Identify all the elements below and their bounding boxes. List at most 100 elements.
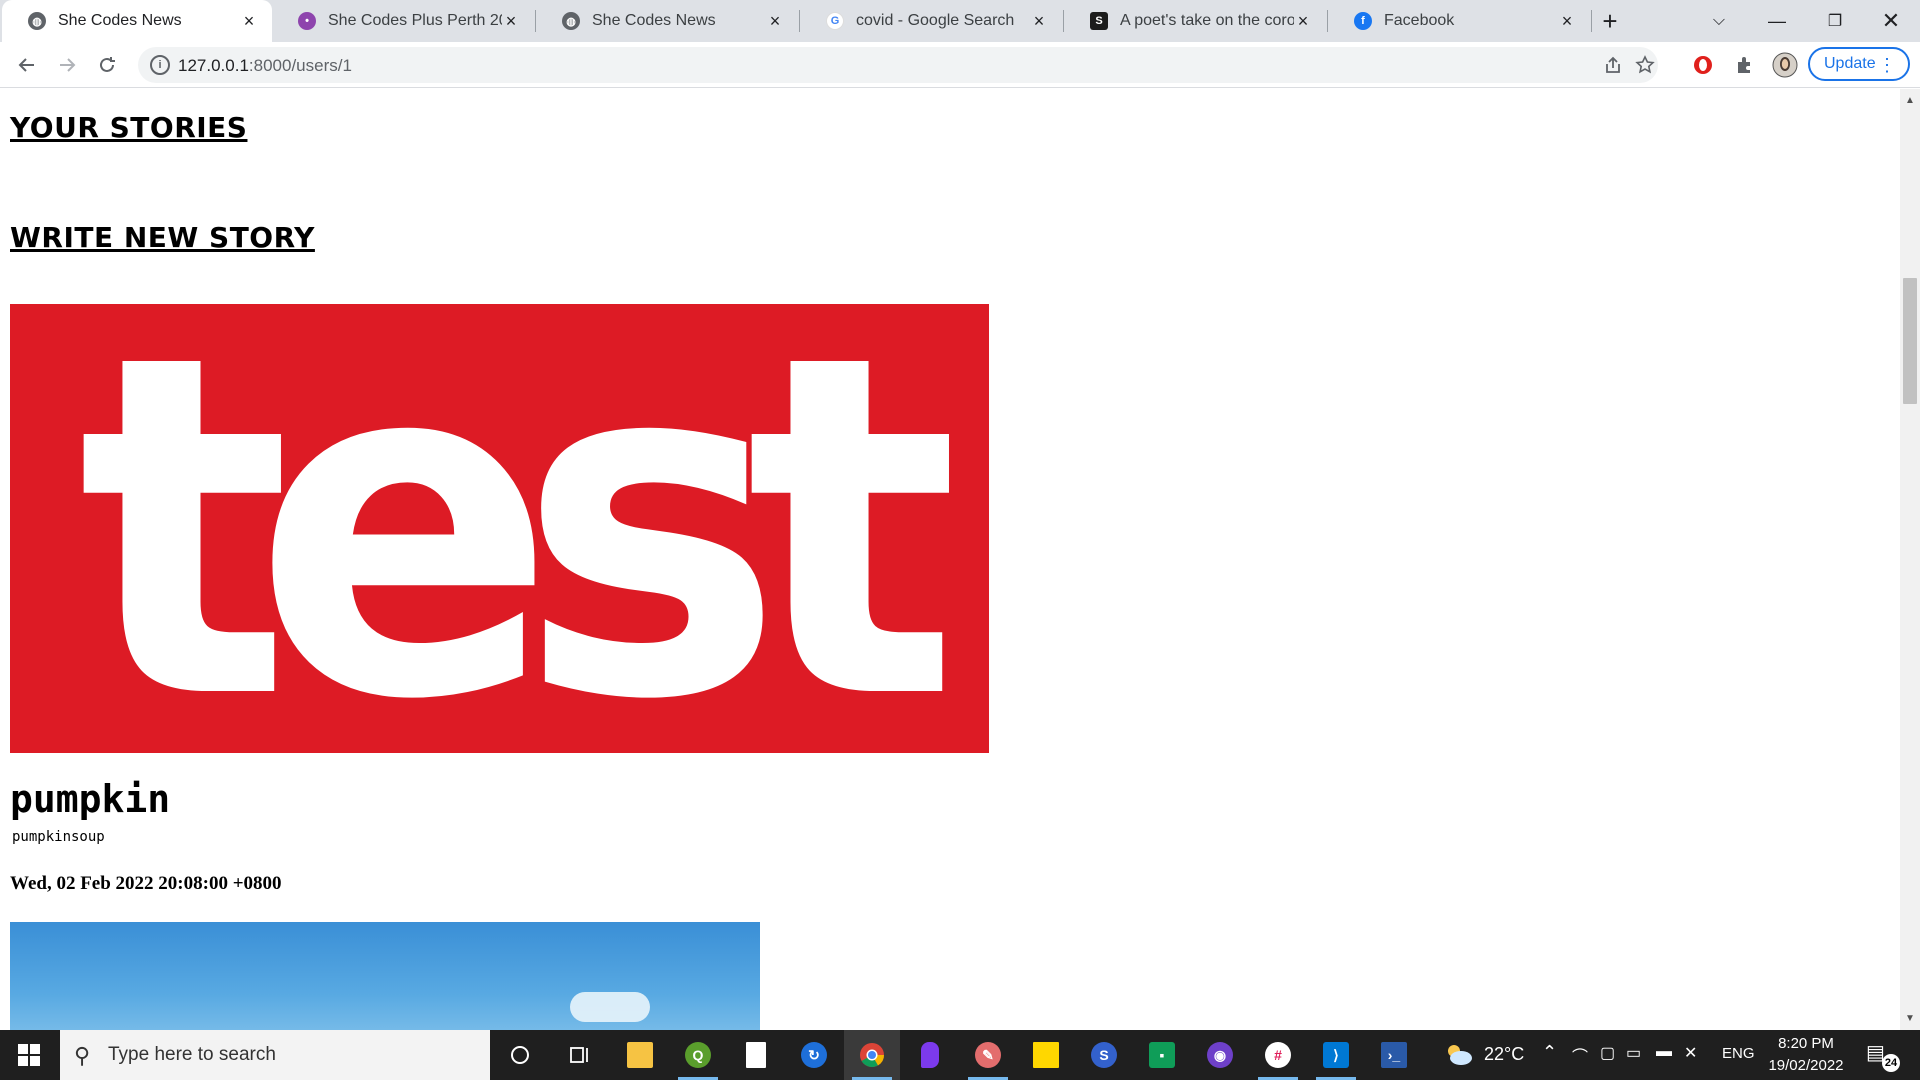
close-icon[interactable]: × [1294, 11, 1312, 32]
close-icon[interactable]: × [1558, 11, 1576, 32]
weather-temp[interactable]: 22°C [1484, 1044, 1524, 1065]
write-new-story-link[interactable]: WRITE NEW STORY [10, 221, 315, 254]
chat-icon: ▪ [1149, 1042, 1175, 1068]
update-button[interactable]: Update ⋮ [1808, 47, 1910, 81]
share-icon[interactable] [1598, 50, 1628, 80]
page-viewport: YOUR STORIES WRITE NEW STORY test pumpki… [0, 89, 1900, 1030]
hero-image-text: test [77, 304, 959, 753]
address-bar[interactable]: i 127.0.0.1:8000/users/1 [138, 47, 1658, 83]
chrome-icon [860, 1043, 884, 1068]
tab-google-search[interactable]: G covid - Google Search × [800, 0, 1062, 42]
tab-search-chevron-icon[interactable]: ⌵ [1690, 0, 1748, 42]
extensions-puzzle-icon[interactable] [1730, 50, 1760, 80]
scroll-thumb[interactable] [1903, 278, 1917, 404]
powershell-icon: ›_ [1381, 1042, 1407, 1068]
story-title: pumpkin [10, 777, 171, 821]
tab-strip: ◍ She Codes News × • She Codes Plus Pert… [0, 0, 1920, 42]
weather-cloud-icon[interactable] [1444, 1042, 1474, 1068]
clock-date: 19/02/2022 [1768, 1057, 1844, 1074]
vscode-app[interactable]: ⟩ [1308, 1030, 1364, 1080]
substack-icon: S [1090, 12, 1108, 30]
start-button[interactable] [0, 1030, 58, 1080]
task-view-button[interactable] [552, 1030, 608, 1080]
sticky-note-icon [1033, 1042, 1059, 1068]
file-explorer-app[interactable] [612, 1030, 668, 1080]
story-date: Wed, 02 Feb 2022 20:08:00 +0800 [10, 873, 282, 894]
back-button[interactable] [12, 50, 42, 80]
taskbar-search[interactable]: ⚲ Type here to search [60, 1030, 490, 1080]
system-clock[interactable]: 8:20 PM 19/02/2022 [1756, 1033, 1856, 1077]
close-icon[interactable]: × [240, 11, 258, 32]
github-desktop-app[interactable]: ◉ [1192, 1030, 1248, 1080]
document-icon [746, 1042, 766, 1068]
window-close-button[interactable]: ✕ [1862, 0, 1920, 42]
simplenote-app[interactable]: S [1076, 1030, 1132, 1080]
minimize-button[interactable]: — [1748, 0, 1806, 42]
forward-button[interactable] [52, 50, 82, 80]
your-stories-link[interactable]: YOUR STORIES [10, 111, 247, 144]
meet-now-icon[interactable]: ▢ [1600, 1043, 1615, 1063]
reload-button[interactable] [92, 50, 122, 80]
story-image [10, 922, 760, 1030]
back-arrow-icon [18, 58, 34, 72]
close-icon[interactable]: × [502, 11, 520, 32]
notification-count: 24 [1882, 1054, 1900, 1072]
close-icon[interactable]: × [1030, 11, 1048, 32]
profile-avatar[interactable] [1770, 50, 1800, 80]
task-view-icon [570, 1047, 588, 1063]
language-indicator[interactable]: ENG [1722, 1045, 1755, 1062]
globe-icon: ◍ [562, 12, 580, 30]
display-icon[interactable]: ▭ [1626, 1043, 1641, 1063]
folder-icon [627, 1042, 653, 1068]
page-scrollbar[interactable]: ▲ ▼ [1900, 89, 1920, 1030]
new-tab-button[interactable]: + [1582, 0, 1638, 42]
google-chat-app[interactable]: ▪ [1134, 1030, 1190, 1080]
tab-title: A poet's take on the corona [1120, 12, 1294, 29]
story-author: pumpkinsoup [12, 829, 105, 845]
chrome-app[interactable] [844, 1030, 900, 1080]
shield-icon: ↻ [801, 1042, 827, 1068]
volume-muted-icon[interactable]: ✕ [1684, 1043, 1697, 1063]
powershell-app[interactable]: ›_ [1366, 1030, 1422, 1080]
tab-she-codes-news-2[interactable]: ◍ She Codes News × [536, 0, 798, 42]
facebook-icon: f [1354, 12, 1372, 30]
tab-facebook[interactable]: f Facebook × [1328, 0, 1590, 42]
wifi-icon[interactable]: ⌒ [1572, 1043, 1588, 1067]
update-app[interactable]: ↻ [786, 1030, 842, 1080]
story-hero-image: test [10, 304, 989, 753]
cortana-button[interactable] [492, 1030, 548, 1080]
google-icon: G [826, 12, 844, 30]
tab-poet-article[interactable]: S A poet's take on the corona × [1064, 0, 1326, 42]
palette-icon: ✎ [975, 1042, 1001, 1068]
url-path: :8000/users/1 [248, 56, 352, 75]
simplenote-icon: S [1091, 1042, 1117, 1068]
more-menu-icon[interactable]: ⋮ [1878, 53, 1896, 77]
tab-she-codes-plus[interactable]: • She Codes Plus Perth 2021/ × [272, 0, 534, 42]
close-icon[interactable]: × [766, 11, 784, 32]
tab-title: covid - Google Search [856, 12, 1015, 29]
forward-arrow-icon [60, 58, 76, 72]
notepad-app[interactable] [728, 1030, 784, 1080]
obsidian-app[interactable] [902, 1030, 958, 1080]
tray-chevron-icon[interactable]: ⌃ [1542, 1042, 1557, 1063]
tab-she-codes-news[interactable]: ◍ She Codes News × [2, 0, 272, 42]
battery-icon[interactable]: ▬ [1656, 1043, 1672, 1061]
bookmark-star-icon[interactable] [1630, 50, 1660, 80]
opera-extension-icon[interactable] [1688, 50, 1718, 80]
notification-center-button[interactable]: ▤ 24 [1866, 1040, 1900, 1072]
search-placeholder: Type here to search [108, 1044, 276, 1065]
update-label: Update [1824, 55, 1876, 72]
clock-time: 8:20 PM [1778, 1035, 1834, 1052]
tab-title: She Codes Plus Perth 2021/ [328, 12, 502, 29]
site-info-icon[interactable]: i [150, 55, 170, 75]
scroll-down-icon[interactable]: ▼ [1905, 1013, 1915, 1024]
browser-toolbar: i 127.0.0.1:8000/users/1 Update ⋮ [0, 42, 1920, 88]
slack-app[interactable]: # [1250, 1030, 1306, 1080]
windows-logo-icon [18, 1044, 40, 1066]
paint-app[interactable]: ✎ [960, 1030, 1016, 1080]
url-host: 127.0.0.1 [178, 56, 249, 75]
restore-button[interactable]: ❐ [1806, 0, 1864, 42]
sticky-notes-app[interactable] [1018, 1030, 1074, 1080]
scroll-up-icon[interactable]: ▲ [1905, 95, 1915, 106]
qgis-app[interactable]: Q [670, 1030, 726, 1080]
